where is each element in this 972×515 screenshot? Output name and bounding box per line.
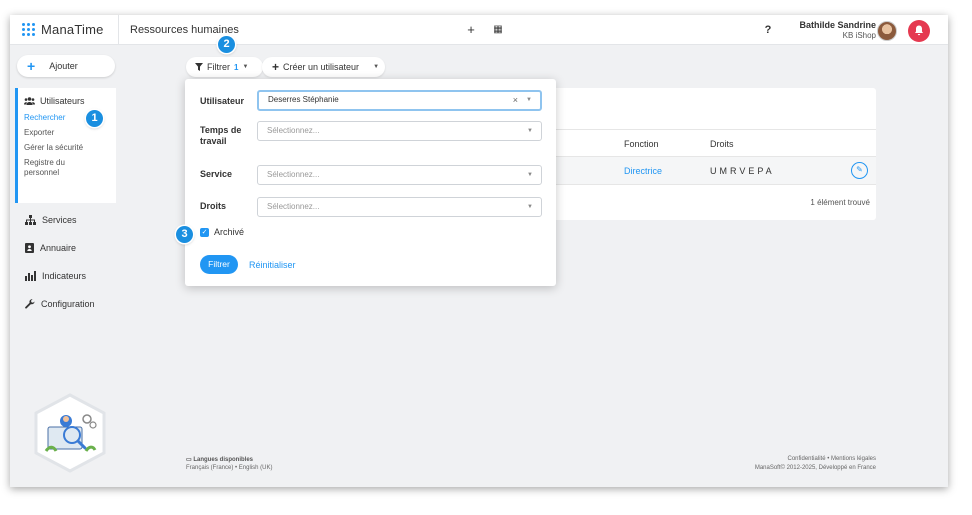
app-logo[interactable]: ManaTime	[22, 22, 104, 37]
create-user-label: Créer un utilisateur	[283, 62, 360, 72]
plus-icon: +	[27, 58, 36, 74]
edit-pencil-icon[interactable]: ✎	[851, 162, 868, 179]
work-time-placeholder: Sélectionnez...	[267, 126, 320, 135]
results-count: 1 élément trouvé	[810, 198, 870, 207]
column-header-droits[interactable]: Droits	[710, 139, 734, 149]
results-card: Fonction Droits Directrice UMRVEPA ✎ 1 é…	[546, 88, 876, 220]
languages-title: ▭ Langues disponibles	[186, 457, 254, 463]
section-title: Ressources humaines	[130, 24, 239, 36]
add-button[interactable]: + Ajouter	[17, 55, 115, 77]
table-row[interactable]: Directrice UMRVEPA ✎	[546, 157, 876, 185]
row-droits: UMRVEPA	[710, 166, 775, 176]
chevron-down-icon: ▼	[527, 172, 533, 178]
sidebar-item-label: Configuration	[41, 299, 95, 309]
sidebar-item-label: Annuaire	[40, 243, 77, 253]
sidebar-section-users: Utilisateurs Rechercher Exporter Gérer l…	[15, 88, 116, 203]
step-marker-3: 3	[176, 226, 193, 243]
chevron-down-icon: ▼	[526, 97, 532, 103]
sidebar-item-label: Services	[42, 215, 77, 225]
sidebar-item-services[interactable]: Services	[25, 215, 77, 225]
sidebar-subitem-security[interactable]: Gérer la sécurité	[24, 143, 116, 153]
sidebar-item-label: Indicateurs	[42, 271, 87, 281]
checkbox-checked-icon[interactable]: ✓	[200, 227, 209, 237]
sidebar-item-users[interactable]: Utilisateurs	[24, 96, 116, 106]
user-select-value: Deserres Stéphanie	[268, 95, 339, 104]
legal-links[interactable]: Confidentialité • Mentions légales	[788, 456, 877, 462]
sidebar-subitem-registry[interactable]: Registre du personnel	[24, 158, 96, 178]
chevron-down-icon[interactable]: ▼	[373, 64, 379, 70]
user-name[interactable]: Bathilde Sandrine	[780, 20, 876, 30]
user-field-label: Utilisateur	[200, 96, 245, 106]
filter-panel: Utilisateur Deserres Stéphanie × ▼ Temps…	[185, 79, 556, 286]
sidebar-subitem-exporter[interactable]: Exporter	[24, 128, 116, 138]
chevron-down-icon: ▼	[242, 64, 249, 70]
top-bar: ManaTime Ressources humaines + ▦ ? Bathi…	[10, 15, 948, 45]
app-window: ManaTime Ressources humaines + ▦ ? Bathi…	[10, 15, 948, 487]
service-placeholder: Sélectionnez...	[267, 170, 320, 179]
clear-icon[interactable]: ×	[513, 92, 518, 108]
archived-label: Archivé	[214, 227, 245, 237]
plus-icon[interactable]: +	[461, 21, 481, 39]
work-time-select[interactable]: Sélectionnez... ▼	[257, 121, 542, 141]
user-company: KB iShop	[842, 31, 876, 40]
plus-icon: +	[272, 60, 280, 74]
user-select[interactable]: Deserres Stéphanie × ▼	[257, 90, 542, 111]
service-select[interactable]: Sélectionnez... ▼	[257, 165, 542, 185]
help-icon[interactable]: ?	[758, 21, 778, 39]
rights-placeholder: Sélectionnez...	[267, 202, 320, 211]
languages-list[interactable]: Français (France) • English (UK)	[186, 465, 272, 471]
address-book-icon	[25, 243, 34, 253]
filter-button-label: Filtrer	[207, 62, 230, 72]
funnel-icon	[195, 63, 203, 71]
filter-count-badge: 1	[234, 62, 239, 72]
org-chart-icon	[25, 215, 36, 225]
calendar-icon[interactable]: ▦	[488, 21, 508, 39]
users-icon	[24, 97, 35, 105]
sidebar-item-label: Utilisateurs	[40, 96, 85, 106]
copyright: ManaSoft© 2012-2025, Développé en France	[754, 465, 876, 471]
sidebar-item-indicateurs[interactable]: Indicateurs	[25, 271, 86, 281]
chevron-down-icon: ▼	[527, 204, 533, 210]
apply-filter-button[interactable]: Filtrer	[200, 255, 238, 274]
table-header: Fonction Droits	[546, 129, 876, 157]
wrench-icon	[25, 299, 35, 309]
sidebar-item-annuaire[interactable]: Annuaire	[25, 243, 76, 253]
logo-text: ManaTime	[41, 22, 104, 37]
avatar[interactable]	[877, 21, 897, 41]
row-fonction[interactable]: Directrice	[624, 166, 662, 176]
create-user-button[interactable]: + Créer un utilisateur ▼	[262, 57, 385, 77]
chevron-down-icon: ▼	[527, 128, 533, 134]
column-header-fonction[interactable]: Fonction	[624, 139, 659, 149]
rights-select[interactable]: Sélectionnez... ▼	[257, 197, 542, 217]
divider	[118, 15, 119, 45]
add-button-label: Ajouter	[49, 61, 78, 71]
work-time-field-label: Temps de travail	[200, 125, 242, 146]
notification-bell-icon[interactable]	[908, 20, 930, 42]
service-field-label: Service	[200, 169, 233, 179]
user-search-illustration	[34, 393, 106, 473]
step-marker-2: 2	[218, 36, 235, 53]
bar-chart-icon	[25, 271, 36, 281]
rights-field-label: Droits	[200, 201, 227, 211]
filter-button[interactable]: Filtrer 1 ▼	[186, 57, 263, 77]
archived-checkbox[interactable]: ✓ Archivé	[200, 227, 244, 237]
reset-filter-button[interactable]: Réinitialiser	[249, 260, 296, 270]
sidebar-item-configuration[interactable]: Configuration	[25, 299, 95, 309]
step-marker-1: 1	[86, 110, 103, 127]
grid-dots-icon	[22, 23, 35, 36]
